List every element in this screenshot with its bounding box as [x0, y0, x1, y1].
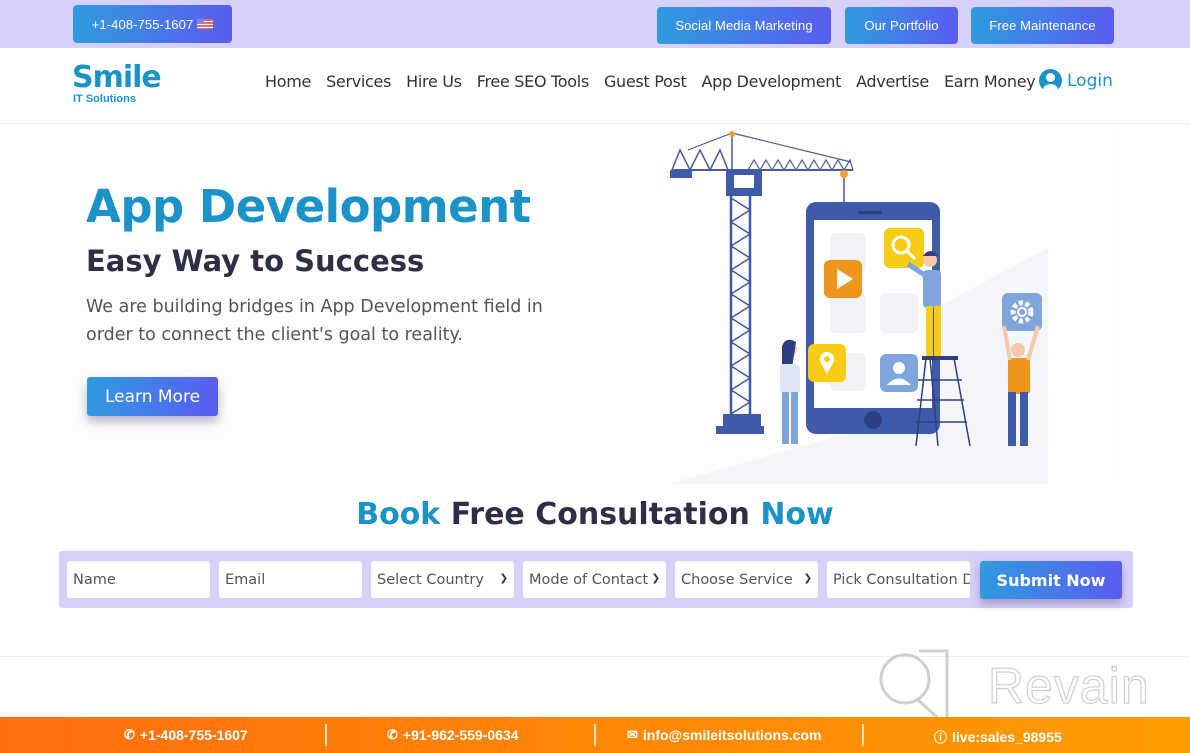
our-portfolio-button[interactable]: Our Portfolio: [845, 7, 958, 44]
service-select[interactable]: Choose Service ❯: [675, 561, 818, 598]
chevron-down-icon: ❯: [803, 573, 812, 584]
nav-free-seo-tools[interactable]: Free SEO Tools: [477, 72, 590, 91]
consultation-date-input[interactable]: Pick Consultation Date: [827, 561, 970, 598]
whatsapp-icon: ✆: [387, 727, 398, 742]
nav-links: Home Services Hire Us Free SEO Tools Gue…: [265, 72, 1036, 91]
revain-wordmark: Revain: [987, 657, 1150, 714]
footer-phone-us-text: +1-408-755-1607: [139, 727, 248, 743]
nav-advertise[interactable]: Advertise: [856, 72, 929, 91]
hero-subtitle: Easy Way to Success: [86, 244, 425, 278]
footer-phone-us[interactable]: ✆ +1-408-755-1607: [124, 727, 248, 743]
nav-hire-us[interactable]: Hire Us: [406, 72, 462, 91]
chevron-down-icon: ❯: [651, 573, 660, 584]
user-icon: [1039, 69, 1062, 92]
woman-figure: [780, 339, 800, 444]
phone-number: +1-408-755-1607: [91, 16, 194, 32]
skype-icon: ⓘ: [934, 730, 948, 745]
booking-title-middle: Free Consultation: [440, 497, 761, 532]
country-select[interactable]: Select Country ❯: [371, 561, 514, 598]
footer-skype[interactable]: ⓘ live:sales_98955: [934, 727, 1062, 746]
learn-more-button[interactable]: Learn More: [87, 377, 218, 416]
revain-watermark: Revain: [873, 645, 1173, 725]
nav-home[interactable]: Home: [265, 72, 311, 91]
revain-logo-icon: [877, 649, 949, 723]
main-navbar: Smile IT Solutions Home Services Hire Us…: [0, 48, 1190, 124]
login-link[interactable]: Login: [1039, 69, 1113, 92]
whatsapp-icon: ✆: [124, 727, 135, 742]
nav-earn-money[interactable]: Earn Money: [944, 72, 1036, 91]
booking-title-now: Now: [760, 497, 834, 532]
gear-icon: [1002, 293, 1042, 331]
hero-description: We are building bridges in App Developme…: [86, 297, 543, 345]
email-input[interactable]: Email: [219, 561, 362, 598]
footer-skype-text: live:sales_98955: [952, 728, 1062, 745]
footer-email-text: info@smileitsolutions.com: [642, 727, 822, 743]
top-bar: +1-408-755-1607 Social Media Marketing O…: [0, 0, 1190, 48]
profile-icon: [880, 354, 918, 392]
footer-phone-in-text: +91-962-559-0634: [402, 727, 519, 743]
search-icon: [884, 228, 924, 268]
contact-mode-select[interactable]: Mode of Contact ❯: [523, 561, 666, 598]
footer-email[interactable]: ✉ info@smileitsolutions.com: [627, 727, 821, 743]
play-icon: [824, 260, 862, 298]
booking-title-book: Book: [356, 497, 441, 532]
contact-mode-value: Mode of Contact: [529, 571, 649, 588]
phone-button[interactable]: +1-408-755-1607: [73, 5, 232, 43]
login-label: Login: [1067, 70, 1113, 91]
service-select-value: Choose Service: [681, 571, 793, 588]
name-input[interactable]: Name: [67, 561, 210, 598]
nav-guest-post[interactable]: Guest Post: [604, 72, 687, 91]
chevron-down-icon: ❯: [499, 573, 508, 584]
mail-icon: ✉: [627, 727, 638, 742]
nav-app-development[interactable]: App Development: [702, 72, 842, 91]
country-select-value: Select Country: [377, 571, 484, 588]
consultation-form: Name Email Select Country ❯ Mode of Cont…: [59, 551, 1133, 608]
logo-word: Smile: [72, 60, 162, 95]
contact-footer: ✆ +1-408-755-1607 ✆ +91-962-559-0634 ✉ i…: [0, 717, 1190, 753]
footer-divider: [594, 724, 596, 746]
footer-divider: [325, 724, 327, 746]
social-media-marketing-button[interactable]: Social Media Marketing: [657, 7, 831, 44]
location-icon: [808, 344, 846, 382]
logo[interactable]: Smile IT Solutions: [72, 60, 162, 108]
logo-subtitle: IT Solutions: [73, 93, 136, 105]
app-development-illustration: [668, 131, 1048, 484]
free-maintenance-button[interactable]: Free Maintenance: [971, 7, 1114, 44]
us-flag-icon: [197, 19, 214, 29]
footer-divider: [862, 724, 864, 746]
booking-title: Book Free Consultation Now: [0, 497, 1190, 532]
hero-title: App Development: [86, 180, 531, 233]
footer-phone-in[interactable]: ✆ +91-962-559-0634: [387, 727, 519, 743]
nav-services[interactable]: Services: [326, 72, 391, 91]
submit-now-button[interactable]: Submit Now: [980, 561, 1122, 599]
